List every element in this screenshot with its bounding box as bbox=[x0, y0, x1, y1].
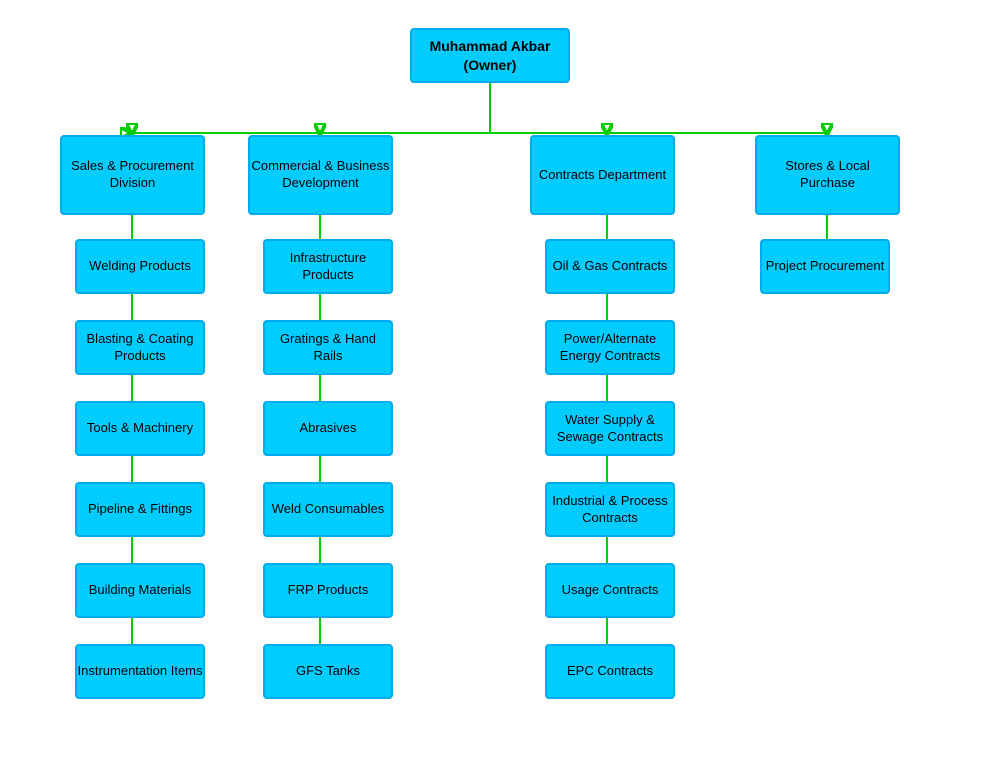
commercial-item-5: GFS Tanks bbox=[263, 644, 393, 699]
division-stores: Stores & Local Purchase bbox=[755, 135, 900, 215]
org-chart: Muhammad Akbar (Owner) Sales & Procureme… bbox=[0, 0, 1000, 758]
sales-item-2: Tools & Machinery bbox=[75, 401, 205, 456]
division-contracts: Contracts Department bbox=[530, 135, 675, 215]
contracts-item-0: Oil & Gas Contracts bbox=[545, 239, 675, 294]
owner-node: Muhammad Akbar (Owner) bbox=[410, 28, 570, 83]
contracts-item-4: Usage Contracts bbox=[545, 563, 675, 618]
contracts-item-5: EPC Contracts bbox=[545, 644, 675, 699]
division-sales: Sales & Procurement Division bbox=[60, 135, 205, 215]
stores-item-0: Project Procurement bbox=[760, 239, 890, 294]
contracts-item-2: Water Supply & Sewage Contracts bbox=[545, 401, 675, 456]
commercial-item-3: Weld Consumables bbox=[263, 482, 393, 537]
contracts-item-3: Industrial & Process Contracts bbox=[545, 482, 675, 537]
commercial-item-4: FRP Products bbox=[263, 563, 393, 618]
sales-item-5: Instrumentation Items bbox=[75, 644, 205, 699]
commercial-item-2: Abrasives bbox=[263, 401, 393, 456]
commercial-item-0: Infrastructure Products bbox=[263, 239, 393, 294]
commercial-item-1: Gratings & Hand Rails bbox=[263, 320, 393, 375]
sales-item-0: Welding Products bbox=[75, 239, 205, 294]
sales-item-3: Pipeline & Fittings bbox=[75, 482, 205, 537]
division-commercial: Commercial & Business Development bbox=[248, 135, 393, 215]
sales-item-1: Blasting & Coating Products bbox=[75, 320, 205, 375]
contracts-item-1: Power/Alternate Energy Contracts bbox=[545, 320, 675, 375]
sales-item-4: Building Materials bbox=[75, 563, 205, 618]
